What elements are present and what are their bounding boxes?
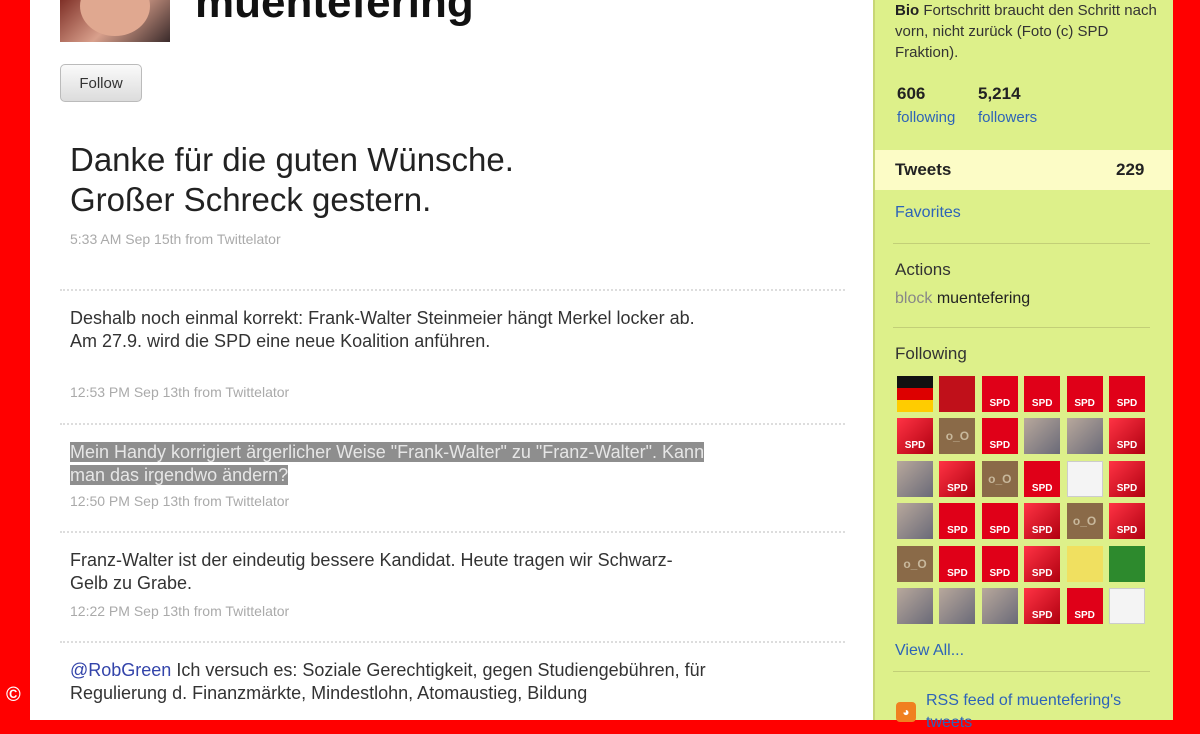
following-avatar[interactable] bbox=[1024, 418, 1061, 455]
right-red-frame bbox=[1173, 0, 1200, 720]
view-all-link[interactable]: View All... bbox=[895, 642, 964, 660]
mention-link[interactable]: @RobGreen bbox=[70, 660, 171, 680]
followers-count[interactable]: 5,214 bbox=[978, 84, 1021, 104]
tweet-meta[interactable]: 12:22 PM Sep 13th from Twittelator bbox=[70, 603, 289, 619]
featured-tweet-text: Danke für die guten Wünsche. Großer Schr… bbox=[70, 140, 770, 220]
tweet-divider bbox=[60, 289, 845, 291]
bio: Bio Fortschritt braucht den Schritt nach… bbox=[895, 0, 1160, 63]
following-avatar[interactable]: o_O bbox=[1066, 503, 1103, 540]
left-red-frame bbox=[0, 0, 30, 720]
following-avatar[interactable]: SPD bbox=[1109, 503, 1145, 540]
following-avatar[interactable] bbox=[1066, 545, 1103, 582]
featured-tweet-line-2: Großer Schreck gestern. bbox=[70, 181, 432, 218]
following-avatar[interactable]: SPD bbox=[1109, 376, 1145, 412]
tweet-meta[interactable]: 12:50 PM Sep 13th from Twittelator bbox=[70, 493, 289, 509]
favorites-link[interactable]: Favorites bbox=[895, 204, 961, 222]
block-username: muentefering bbox=[936, 290, 1031, 307]
follow-button[interactable]: Follow bbox=[60, 64, 142, 102]
tweet-text: Deshalb noch einmal korrekt: Frank-Walte… bbox=[70, 308, 695, 351]
following-avatar[interactable] bbox=[1109, 545, 1145, 582]
sidebar-divider bbox=[893, 243, 1150, 244]
following-avatar[interactable]: SPD bbox=[981, 418, 1018, 455]
following-avatar[interactable] bbox=[897, 588, 933, 624]
actions-heading: Actions bbox=[895, 260, 951, 279]
following-avatar[interactable]: SPD bbox=[1024, 376, 1061, 412]
rss-icon[interactable]: ◕ bbox=[896, 702, 916, 722]
block-label[interactable]: block bbox=[895, 290, 932, 307]
following-avatar[interactable]: SPD bbox=[1024, 545, 1061, 582]
copyright-mark: © bbox=[6, 684, 21, 706]
following-avatar[interactable] bbox=[1109, 588, 1145, 624]
following-avatar[interactable] bbox=[1066, 460, 1103, 497]
following-avatar[interactable]: SPD bbox=[939, 503, 976, 540]
featured-tweet-meta[interactable]: 5:33 AM Sep 15th from Twittelator bbox=[70, 231, 281, 247]
following-avatar[interactable]: SPD bbox=[1024, 588, 1061, 624]
following-avatar[interactable]: SPD bbox=[981, 503, 1018, 540]
tweet-divider bbox=[60, 423, 845, 425]
tweet-text: Franz-Walter ist der eindeutig bessere K… bbox=[70, 550, 673, 593]
bio-text: Fortschritt braucht den Schritt nach vor… bbox=[895, 2, 1157, 61]
avatar-face bbox=[80, 0, 150, 36]
following-link[interactable]: following bbox=[897, 109, 955, 126]
tweet-divider bbox=[60, 641, 845, 643]
tweet-text: Mein Handy korrigiert ärgerlicher Weise … bbox=[70, 441, 710, 487]
following-avatar[interactable]: SPD bbox=[981, 545, 1018, 582]
featured-tweet-line-1: Danke für die guten Wünsche. bbox=[70, 141, 514, 178]
tweets-count: 229 bbox=[1116, 160, 1145, 179]
selected-tweet-text: Mein Handy korrigiert ärgerlicher Weise … bbox=[70, 442, 705, 485]
following-avatar[interactable]: SPD bbox=[1109, 460, 1145, 497]
tweet-text: @RobGreen Ich versuch es: Soziale Gerech… bbox=[70, 659, 710, 705]
following-avatar[interactable] bbox=[897, 503, 933, 540]
following-avatar[interactable]: SPD bbox=[939, 545, 976, 582]
following-avatar[interactable] bbox=[939, 588, 976, 624]
following-avatar[interactable] bbox=[939, 376, 976, 412]
following-heading: Following bbox=[895, 344, 967, 363]
following-avatar[interactable]: SPD bbox=[1066, 376, 1103, 412]
avatar[interactable] bbox=[60, 0, 170, 42]
following-avatar[interactable] bbox=[981, 588, 1018, 624]
sidebar-divider bbox=[893, 671, 1150, 672]
following-avatar[interactable] bbox=[897, 460, 933, 497]
tweet-meta[interactable]: 12:53 PM Sep 13th from Twittelator bbox=[70, 384, 289, 400]
following-avatar[interactable] bbox=[1066, 418, 1103, 455]
tweets-label[interactable]: Tweets bbox=[895, 160, 951, 180]
following-avatar[interactable]: SPD bbox=[939, 460, 976, 497]
following-avatar[interactable] bbox=[897, 376, 933, 412]
profile-username: muentefering bbox=[195, 0, 474, 27]
following-avatar[interactable]: o_O bbox=[897, 545, 933, 582]
block-action[interactable]: block muentefering bbox=[895, 290, 1030, 308]
following-avatar[interactable]: SPD bbox=[1109, 418, 1145, 455]
following-avatar[interactable]: SPD bbox=[1066, 588, 1103, 624]
tweet-divider bbox=[60, 531, 845, 533]
following-avatar[interactable]: SPD bbox=[981, 376, 1018, 412]
following-avatar[interactable]: SPD bbox=[897, 418, 933, 455]
following-avatar[interactable]: SPD bbox=[1024, 503, 1061, 540]
sidebar-divider bbox=[893, 327, 1150, 328]
rss-feed-link[interactable]: RSS feed of muentefering's tweets bbox=[926, 690, 1166, 734]
bio-label: Bio bbox=[895, 2, 920, 19]
sidebar-border bbox=[873, 0, 875, 720]
following-avatar[interactable]: o_O bbox=[981, 460, 1018, 497]
following-avatar[interactable]: SPD bbox=[1024, 460, 1061, 497]
followers-link[interactable]: followers bbox=[978, 109, 1037, 126]
following-count[interactable]: 606 bbox=[897, 84, 925, 104]
following-avatar[interactable]: o_O bbox=[939, 418, 976, 455]
